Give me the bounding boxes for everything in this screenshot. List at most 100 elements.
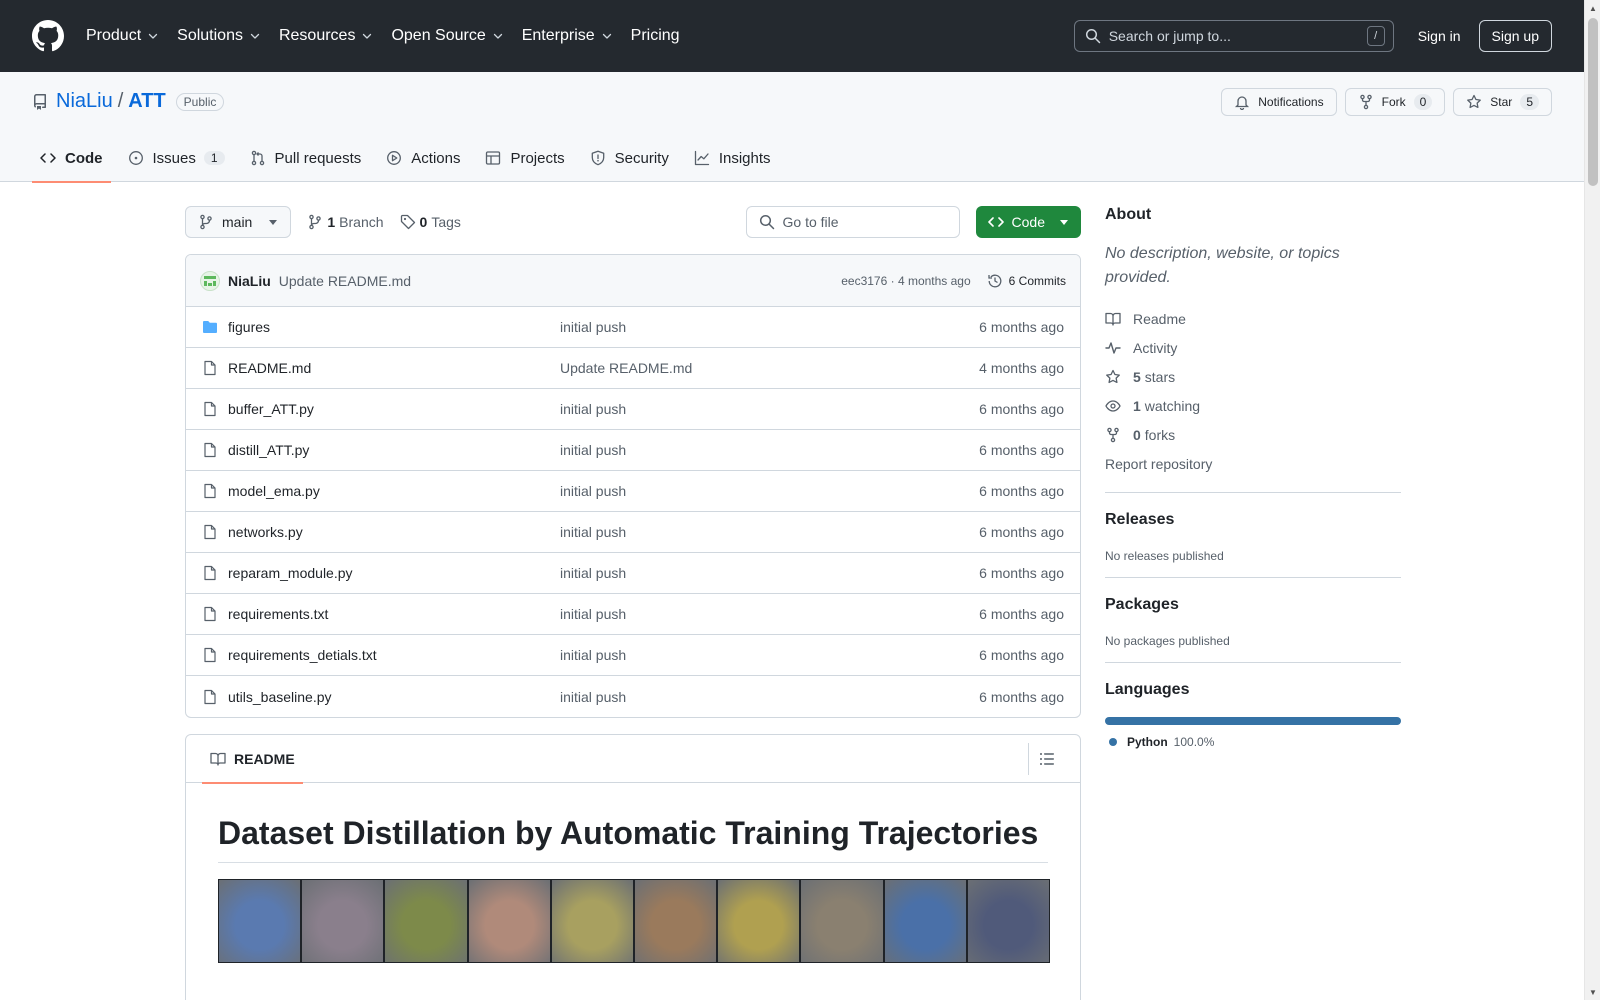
file-name-link[interactable]: buffer_ATT.py <box>228 401 560 417</box>
language-percent: 100.0% <box>1173 735 1215 749</box>
file-name-link[interactable]: reparam_module.py <box>228 565 560 581</box>
branch-select-button[interactable]: main <box>185 206 292 238</box>
folder-name-link[interactable]: figures <box>228 319 560 335</box>
table-icon <box>486 151 501 165</box>
caret-down-icon <box>269 220 278 225</box>
github-logo-icon[interactable] <box>32 20 64 52</box>
file-name-link[interactable]: utils_baseline.py <box>228 689 560 705</box>
global-header: Product Solutions Resources Open Source Ente… <box>0 0 1584 72</box>
book-icon <box>1105 312 1121 326</box>
nav-solutions[interactable]: Solutions <box>177 27 261 45</box>
tags-link[interactable]: 0 Tags <box>400 214 461 230</box>
fork-button[interactable]: Fork 0 <box>1344 88 1446 116</box>
commits-link[interactable]: 6 Commits <box>987 273 1066 289</box>
chevron-down-icon <box>148 33 158 39</box>
file-commit-message-link[interactable]: initial push <box>560 689 626 705</box>
commit-hash-time[interactable]: eec3176 · 4 months ago <box>841 274 970 288</box>
file-name-link[interactable]: distill_ATT.py <box>228 442 560 458</box>
commit-author-link[interactable]: NiaLiu <box>228 273 271 289</box>
git-branch-icon <box>309 214 322 230</box>
file-name-link[interactable]: networks.py <box>228 524 560 540</box>
watchers-link[interactable]: 1 watching <box>1105 391 1401 420</box>
report-repository-link[interactable]: Report repository <box>1105 449 1401 478</box>
releases-heading[interactable]: Releases <box>1105 511 1401 529</box>
scroll-down-arrow-icon[interactable]: ▼ <box>1585 984 1600 1000</box>
tab-label: Pull requests <box>274 149 362 167</box>
avatar[interactable] <box>200 270 220 291</box>
nav-pricing[interactable]: Pricing <box>631 27 680 45</box>
nav-open-source[interactable]: Open Source <box>391 27 503 45</box>
nav-enterprise[interactable]: Enterprise <box>522 27 613 45</box>
scroll-thumb[interactable] <box>1588 18 1598 186</box>
readme-panel: README Dataset Distillation by Automatic… <box>185 734 1081 1000</box>
file-name-link[interactable]: model_ema.py <box>228 483 560 499</box>
file-commit-message-link[interactable]: initial push <box>560 647 626 663</box>
language-item[interactable]: Python 100.0% <box>1105 735 1401 749</box>
file-commit-message-link[interactable]: initial push <box>560 606 626 622</box>
tab-security[interactable]: Security <box>582 134 677 182</box>
sign-in-link[interactable]: Sign in <box>1418 28 1461 44</box>
page-scrollbar[interactable]: ▲ ▼ <box>1584 0 1600 1000</box>
tab-pull-requests[interactable]: Pull requests <box>242 134 370 182</box>
tab-code[interactable]: Code <box>32 134 111 183</box>
table-row: model_ema.py initial push 6 months ago <box>186 471 1080 512</box>
about-description: No description, website, or topics provi… <box>1105 245 1340 286</box>
tab-projects[interactable]: Projects <box>477 134 572 182</box>
tab-insights[interactable]: Insights <box>686 134 779 182</box>
nav-label: Solutions <box>177 27 243 44</box>
scroll-up-arrow-icon[interactable]: ▲ <box>1585 0 1600 16</box>
repo-name-link[interactable]: ATT <box>128 90 165 113</box>
distilled-image-thumbnail <box>801 880 885 962</box>
stars-link[interactable]: 5 stars <box>1105 362 1401 391</box>
repo-path-separator: / <box>117 90 124 112</box>
table-row: utils_baseline.py initial push 6 months ag… <box>186 676 1080 717</box>
file-commit-age: 6 months ago <box>979 647 1064 663</box>
repo-owner-link[interactable]: NiaLiu <box>56 90 113 113</box>
file-commit-message-link[interactable]: initial push <box>560 442 626 458</box>
book-icon <box>210 752 226 766</box>
distilled-image-thumbnail <box>635 880 719 962</box>
readme-link[interactable]: Readme <box>1105 304 1401 333</box>
file-commit-message-link[interactable]: initial push <box>560 565 626 581</box>
file-name-link[interactable]: requirements.txt <box>228 606 560 622</box>
commit-message-link[interactable]: Update README.md <box>279 273 411 289</box>
activity-link[interactable]: Activity <box>1105 333 1401 362</box>
search-icon <box>759 214 774 230</box>
tab-actions[interactable]: Actions <box>378 134 468 182</box>
table-row: buffer_ATT.py initial push 6 months ago <box>186 389 1080 430</box>
search-input[interactable]: Search or jump to... / <box>1073 20 1394 52</box>
branches-link[interactable]: 1 Branch <box>307 214 384 230</box>
nav-product[interactable]: Product <box>86 27 159 45</box>
code-dropdown-button[interactable]: Code <box>975 206 1081 238</box>
readme-tab[interactable]: README <box>202 735 303 784</box>
file-commit-message-link[interactable]: initial push <box>560 524 626 540</box>
readme-title: Dataset Distillation by Automatic Traini… <box>218 815 1048 863</box>
file-commit-message-link[interactable]: initial push <box>560 319 626 335</box>
sign-up-button[interactable]: Sign up <box>1478 20 1552 52</box>
file-commit-message-link[interactable]: Update README.md <box>560 360 692 376</box>
latest-commit-bar: NiaLiu Update README.md eec3176 · 4 mont… <box>186 255 1080 307</box>
file-commit-message-link[interactable]: initial push <box>560 401 626 417</box>
file-commit-message-link[interactable]: initial push <box>560 483 626 499</box>
fork-icon <box>1359 94 1372 110</box>
activity-link-label: Activity <box>1133 339 1178 356</box>
packages-empty-text: No packages published <box>1105 634 1230 648</box>
play-icon <box>387 151 402 165</box>
star-button[interactable]: Star 5 <box>1453 88 1552 116</box>
file-icon <box>204 689 216 704</box>
table-row: networks.py initial push 6 months ago <box>186 512 1080 553</box>
notifications-button[interactable]: Notifications <box>1221 88 1337 116</box>
outline-button[interactable] <box>1028 742 1064 775</box>
file-icon <box>204 360 216 376</box>
nav-resources[interactable]: Resources <box>279 27 373 45</box>
file-name-link[interactable]: README.md <box>228 360 560 376</box>
nav-label: Resources <box>278 27 356 44</box>
stars-label: stars <box>1144 368 1176 385</box>
forks-link[interactable]: 0 forks <box>1105 420 1401 449</box>
tab-issues[interactable]: Issues 1 <box>120 134 233 182</box>
file-icon <box>204 483 216 499</box>
packages-heading[interactable]: Packages <box>1105 596 1401 614</box>
go-to-file-input[interactable]: Go to file <box>745 206 960 238</box>
repo-tabs: Code Issues 1 Pull requests Actions Projects S… <box>32 134 788 183</box>
file-name-link[interactable]: requirements_detials.txt <box>228 647 560 663</box>
